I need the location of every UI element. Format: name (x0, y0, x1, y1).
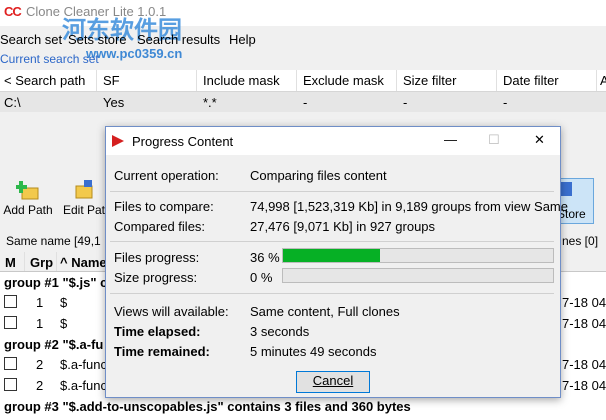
files-to-compare-label: Files to compare: (114, 199, 214, 214)
edit-path-label: Edit Pat (62, 203, 106, 217)
edit-folder-icon (75, 180, 93, 199)
col-exclude-mask[interactable]: Exclude mask (303, 73, 384, 88)
views-value: Same content, Full clones (250, 304, 400, 319)
minimize-icon[interactable]: — (444, 132, 457, 147)
col-sf[interactable]: SF (103, 73, 120, 88)
cell-exclude: - (303, 95, 308, 110)
close-icon[interactable]: ✕ (534, 132, 545, 148)
progress-dialog: Progress Content — ☐ ✕ Current operation… (105, 126, 568, 399)
stats-clones: nes [0] (562, 234, 599, 248)
divider (110, 293, 554, 294)
size-progress-bar (282, 268, 554, 283)
current-search-set-label: Current search set (0, 52, 99, 66)
row-checkbox[interactable] (4, 316, 17, 329)
add-path-button[interactable]: Add Path (0, 178, 56, 217)
files-progress-percent: 36 % (250, 250, 280, 265)
stats-same-name: Same name [49,1 (6, 234, 101, 248)
menu-search-set[interactable]: Search set (0, 32, 62, 47)
flag-icon (112, 135, 124, 147)
col-grp[interactable]: Grp (30, 255, 53, 270)
row-checkbox[interactable] (4, 295, 17, 308)
cancel-button[interactable]: Cancel (296, 371, 370, 393)
row-checkbox[interactable] (4, 378, 17, 391)
menu-sets-store[interactable]: Sets store (68, 32, 127, 47)
col-date-filter[interactable]: Date filter (503, 73, 559, 88)
search-grid-header: < Search path SF Include mask Exclude ma… (0, 70, 606, 92)
current-operation-label: Current operation: (114, 168, 219, 183)
cancel-label: Cancel (312, 373, 354, 388)
compared-files-label: Compared files: (114, 219, 206, 234)
cell-include: *.* (203, 95, 217, 110)
files-to-compare-value: 74,998 [1,523,319 Kb] in 9,189 groups fr… (250, 199, 568, 214)
time-elapsed-value: 3 seconds (250, 324, 310, 339)
menu-bar: Search set Sets store Search results Hel… (0, 30, 606, 50)
app-logo-icon: CC (4, 4, 22, 19)
files-progress-label: Files progress: (114, 250, 200, 265)
col-include-mask[interactable]: Include mask (203, 73, 280, 88)
group-header[interactable]: group #3 "$.add-to-unscopables.js" conta… (0, 396, 606, 416)
col-mark[interactable]: M (5, 255, 16, 270)
files-progress-fill (283, 249, 381, 262)
time-remained-value: 5 minutes 49 seconds (250, 344, 377, 359)
divider (110, 191, 554, 192)
col-size-filter[interactable]: Size filter (403, 73, 456, 88)
time-elapsed-label: Time elapsed: (114, 324, 201, 339)
col-name[interactable]: ^ Name (60, 255, 107, 270)
size-progress-label: Size progress: (114, 270, 198, 285)
search-set-grid: < Search path SF Include mask Exclude ma… (0, 70, 606, 112)
dialog-title: Progress Content (132, 134, 234, 149)
current-operation-value: Comparing files content (250, 168, 387, 183)
col-search-path[interactable]: < Search path (4, 73, 85, 88)
menu-search-results[interactable]: Search results (137, 32, 220, 47)
table-row[interactable]: C:\ Yes *.* - - - (0, 92, 606, 112)
compared-files-value: 27,476 [9,071 Kb] in 927 groups (250, 219, 436, 234)
size-progress-percent: 0 % (250, 270, 273, 285)
time-remained-label: Time remained: (114, 344, 210, 359)
maximize-icon[interactable]: ☐ (488, 132, 500, 148)
add-path-label: Add Path (3, 203, 53, 217)
menu-help[interactable]: Help (229, 32, 256, 47)
cell-path: C:\ (4, 95, 21, 110)
cell-date: - (503, 95, 508, 110)
views-label: Views will available: (114, 304, 229, 319)
cell-size: - (403, 95, 408, 110)
files-progress-bar (282, 248, 554, 263)
col-a[interactable]: A (600, 73, 606, 88)
row-checkbox[interactable] (4, 357, 17, 370)
add-folder-icon (16, 181, 39, 200)
divider (110, 241, 554, 242)
dialog-title-bar: Progress Content — ☐ ✕ (106, 127, 560, 155)
cell-sf: Yes (103, 95, 125, 110)
edit-path-button[interactable]: Edit Pat (62, 178, 106, 217)
dialog-body: Current operation: Comparing files conte… (106, 155, 568, 399)
